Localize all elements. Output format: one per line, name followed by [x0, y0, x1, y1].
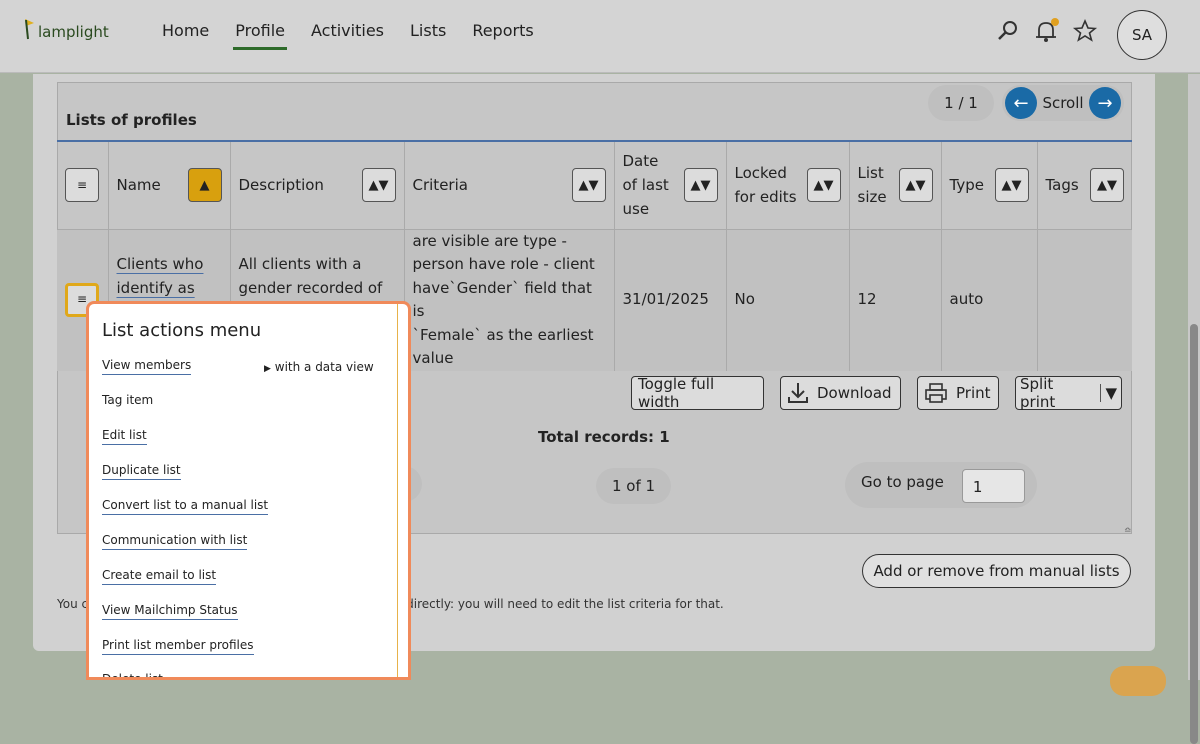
- menu-mailchimp-status[interactable]: View Mailchimp Status: [102, 603, 238, 620]
- menu-create-email[interactable]: Create email to list: [102, 568, 217, 585]
- notification-bell-icon[interactable]: [1033, 18, 1059, 44]
- menu-communication[interactable]: Communication with list: [102, 533, 248, 550]
- menu-tag-item[interactable]: Tag item: [102, 393, 153, 409]
- total-records: Total records: 1: [538, 428, 670, 446]
- header-name: Name ▲: [108, 140, 231, 230]
- sort-criteria-icon[interactable]: ▲▼: [571, 168, 606, 203]
- header-date: Date of last use ▲▼: [614, 140, 727, 230]
- menu-convert-manual[interactable]: Convert list to a manual list: [102, 498, 269, 515]
- page-count: 1 of 1: [596, 468, 671, 504]
- print-button[interactable]: Print: [917, 376, 999, 410]
- header-type: Type ▲▼: [941, 140, 1038, 230]
- sort-type-icon[interactable]: ▲▼: [994, 168, 1029, 203]
- submenu-data-view[interactable]: ▶ with a data view: [264, 360, 374, 374]
- chevron-down-icon[interactable]: ▼: [1100, 384, 1117, 402]
- download-button[interactable]: Download: [780, 376, 901, 410]
- cell-tags: [1037, 229, 1132, 371]
- cell-type: auto: [941, 229, 1038, 371]
- split-print-button[interactable]: Split print ▼: [1015, 375, 1122, 411]
- scroll-right-icon[interactable]: →: [1089, 87, 1121, 119]
- main-nav: Home Profile Activities Lists Reports: [150, 0, 548, 73]
- scroll-left-icon[interactable]: ←: [1005, 87, 1037, 119]
- lamplight-logo[interactable]: lamplight: [22, 16, 109, 42]
- go-to-page-control: Go to page 1: [845, 462, 1037, 508]
- nav-lists[interactable]: Lists: [398, 0, 458, 50]
- table-header-row: ≡ Name ▲ Description ▲▼ Criteria ▲▼ Date of …: [57, 140, 1132, 230]
- user-avatar[interactable]: SA: [1117, 10, 1167, 60]
- star-icon[interactable]: [1072, 18, 1098, 44]
- sort-date-icon[interactable]: ▲▼: [683, 168, 718, 203]
- nav-profile[interactable]: Profile: [223, 0, 297, 50]
- scroll-control: ← Scroll →: [1002, 85, 1124, 121]
- header-menu-icon[interactable]: ≡: [65, 168, 99, 203]
- nav-reports[interactable]: Reports: [460, 0, 545, 50]
- toggle-full-width-button[interactable]: Toggle full width: [631, 375, 764, 411]
- menu-title: List actions menu: [102, 320, 262, 341]
- printer-icon: [925, 383, 947, 403]
- resize-handle-icon[interactable]: ≏: [1124, 526, 1132, 536]
- list-actions-menu: List actions menu View members ▶ with a …: [86, 301, 411, 680]
- page-scrollbar[interactable]: [1188, 74, 1200, 744]
- menu-delete-list[interactable]: Delete list: [102, 672, 163, 677]
- header-tags: Tags ▲▼: [1037, 140, 1132, 230]
- download-icon: [788, 383, 808, 403]
- cell-locked: No: [726, 229, 850, 371]
- header-menu-cell: ≡: [57, 140, 109, 230]
- menu-duplicate-list[interactable]: Duplicate list: [102, 463, 181, 480]
- cell-date: 31/01/2025: [614, 229, 727, 371]
- menu-print-profiles[interactable]: Print list member profiles: [102, 638, 254, 655]
- add-remove-manual-lists-button[interactable]: Add or remove from manual lists: [862, 554, 1131, 588]
- top-navigation-bar: lamplight Home Profile Activities Lists …: [0, 0, 1200, 73]
- logo-text: lamplight: [38, 23, 109, 41]
- sort-locked-icon[interactable]: ▲▼: [806, 168, 841, 203]
- nav-home[interactable]: Home: [150, 0, 221, 50]
- sort-name-icon[interactable]: ▲: [187, 168, 222, 203]
- lamp-logo-icon: [25, 19, 34, 40]
- menu-edit-list[interactable]: Edit list: [102, 428, 147, 445]
- cell-criteria: are visible are type - person have role -…: [404, 229, 615, 371]
- caret-right-icon: ▶: [264, 364, 271, 374]
- cell-size: 12: [849, 229, 942, 371]
- scrollbar-thumb[interactable]: [1190, 324, 1198, 744]
- sort-description-icon[interactable]: ▲▼: [361, 168, 396, 203]
- section-title: Lists of profiles: [66, 111, 197, 129]
- sort-size-icon[interactable]: ▲▼: [898, 168, 933, 203]
- go-to-page-input[interactable]: 1: [961, 469, 1025, 503]
- nav-activities[interactable]: Activities: [299, 0, 396, 50]
- header-criteria: Criteria ▲▼: [404, 140, 615, 230]
- header-description: Description ▲▼: [230, 140, 405, 230]
- header-size: List size ▲▼: [849, 140, 942, 230]
- scroll-label: Scroll: [1042, 94, 1084, 112]
- help-button[interactable]: [1110, 666, 1166, 696]
- sort-tags-icon[interactable]: ▲▼: [1090, 168, 1124, 203]
- menu-view-members[interactable]: View members: [102, 358, 192, 375]
- search-icon[interactable]: [995, 18, 1021, 44]
- page-indicator: 1 / 1: [928, 85, 994, 121]
- header-locked: Locked for edits ▲▼: [726, 140, 850, 230]
